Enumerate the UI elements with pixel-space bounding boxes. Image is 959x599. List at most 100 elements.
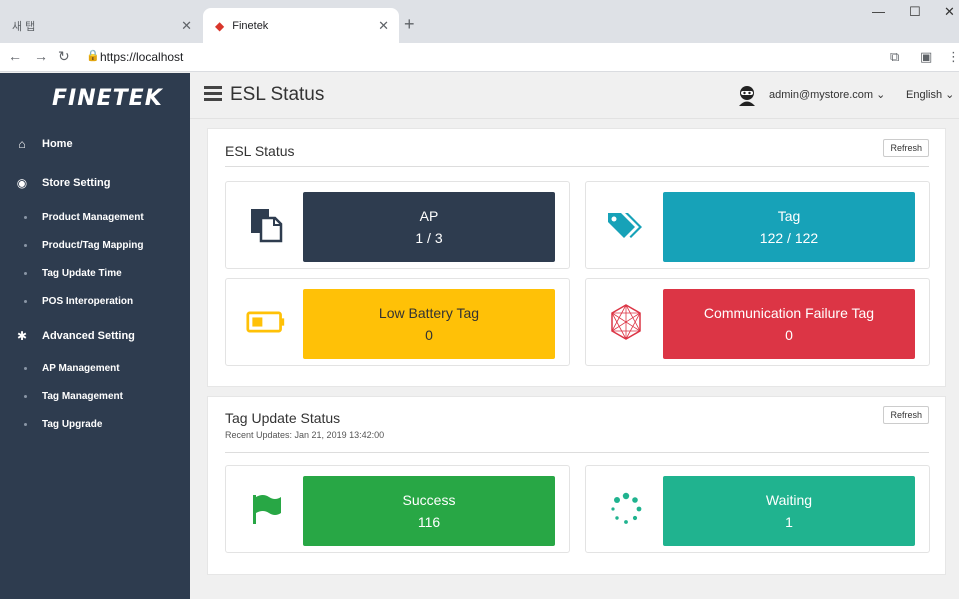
new-tab-icon[interactable]: + — [404, 14, 415, 35]
finetek-favicon-icon: ◆ — [215, 18, 225, 33]
finetek-logo: FINETEK — [52, 86, 163, 111]
extension-icon[interactable]: ▣ — [920, 49, 932, 65]
sidebar-item-ap-management[interactable]: AP Management — [24, 363, 120, 374]
user-menu[interactable]: admin@mystore.com ⌄ — [769, 88, 885, 101]
sidebar-item-label: Product Management — [42, 212, 144, 223]
sidebar: FINETEK ⌂ Home ◉ Store Setting Product M… — [0, 73, 190, 599]
low-battery-status-box: Low Battery Tag 0 — [303, 289, 555, 359]
flag-icon — [246, 489, 286, 529]
forward-icon[interactable]: → — [34, 48, 48, 64]
sidebar-item-store-setting[interactable]: ◉ Store Setting — [14, 176, 111, 190]
close-icon[interactable]: ✕ — [181, 18, 192, 34]
tag-update-status-panel: Tag Update Status Recent Updates: Jan 21… — [207, 396, 946, 575]
waiting-count: 1 — [785, 514, 793, 530]
success-label: Success — [402, 492, 456, 508]
sidebar-item-advanced-setting[interactable]: ✱ Advanced Setting — [14, 329, 135, 343]
panel-title: Tag Update Status — [225, 410, 341, 426]
sidebar-item-tag-upgrade[interactable]: Tag Upgrade — [24, 419, 102, 430]
page-header: ESL Status admin@mystore.com ⌄ English ⌄ — [190, 73, 959, 119]
divider — [225, 166, 929, 167]
sidebar-item-label: Tag Upgrade — [42, 419, 103, 430]
sidebar-item-label: Tag Update Time — [42, 268, 122, 279]
low-battery-count: 0 — [425, 327, 433, 343]
sidebar-item-tag-management[interactable]: Tag Management — [24, 391, 123, 402]
sidebar-item-pos-interoperation[interactable]: POS Interoperation — [24, 296, 133, 307]
window-close-icon[interactable]: ✕ — [944, 4, 955, 20]
success-status-box: Success 116 — [303, 476, 555, 546]
sidebar-item-label: Advanced Setting — [42, 330, 135, 342]
waiting-label: Waiting — [765, 492, 813, 508]
tag-update-refresh-button[interactable]: Refresh — [883, 406, 929, 424]
communication-failure-label: Communication Failure Tag — [703, 305, 875, 321]
language-select[interactable]: English ⌄ — [906, 88, 954, 101]
browser-tab-new[interactable]: 새 탭 ✕ — [0, 8, 202, 43]
spinner-icon — [606, 489, 646, 529]
sidebar-item-label: Store Setting — [42, 177, 111, 189]
ap-count: 1 / 3 — [415, 230, 443, 246]
bullet — [24, 423, 27, 426]
home-icon: ⌂ — [18, 137, 26, 151]
back-icon[interactable]: ← — [8, 48, 22, 64]
page-title: ESL Status — [230, 84, 325, 105]
waiting-card[interactable]: Waiting 1 — [585, 465, 930, 553]
low-battery-label: Low Battery Tag — [378, 305, 480, 321]
gear-icon: ✱ — [16, 329, 28, 343]
communication-failure-status-box: Communication Failure Tag 0 — [663, 289, 915, 359]
tab-title: Finetek — [232, 19, 269, 32]
bullet — [24, 300, 27, 303]
sidebar-item-label: AP Management — [42, 363, 120, 374]
browser-menu-icon[interactable]: ⋮ — [947, 49, 959, 65]
bullet — [24, 244, 27, 247]
bullet — [24, 216, 27, 219]
tab-title: 새 탭 — [12, 20, 36, 33]
success-card[interactable]: Success 116 — [225, 465, 570, 553]
hamburger-menu-icon[interactable] — [204, 86, 222, 101]
chevron-down-icon: ⌄ — [876, 89, 886, 101]
tag-icon — [606, 205, 646, 245]
tag-status-box: Tag 122 / 122 — [663, 192, 915, 262]
sidebar-item-label: POS Interoperation — [42, 296, 134, 307]
ap-device-icon — [246, 205, 286, 245]
sidebar-item-home[interactable]: ⌂ Home — [14, 137, 73, 151]
user-avatar-icon — [739, 86, 755, 106]
waiting-status-box: Waiting 1 — [663, 476, 915, 546]
esl-status-panel: ESL Status Refresh AP 1 / 3 Tag 122 / 12… — [207, 128, 946, 387]
address-bar: ← → ↻ 🔒 https://localhost ⧉ ▣ ⋮ — [0, 43, 959, 72]
eye-icon: ◉ — [16, 176, 28, 190]
minimize-icon[interactable]: — — [872, 4, 885, 19]
sidebar-item-tag-update-time[interactable]: Tag Update Time — [24, 268, 122, 279]
ap-status-box: AP 1 / 3 — [303, 192, 555, 262]
url-field[interactable]: https://localhost — [100, 50, 183, 64]
sidebar-item-label: Tag Management — [42, 391, 123, 402]
lock-icon: 🔒 — [86, 50, 100, 62]
browser-tab-finetek[interactable]: ◆ Finetek ✕ — [203, 8, 399, 43]
bullet — [24, 395, 27, 398]
communication-failure-count: 0 — [785, 327, 793, 343]
tag-card[interactable]: Tag 122 / 122 — [585, 181, 930, 269]
communication-failure-card[interactable]: Communication Failure Tag 0 — [585, 278, 930, 366]
esl-refresh-button[interactable]: Refresh — [883, 139, 929, 157]
battery-low-icon — [246, 302, 286, 342]
tag-label: Tag — [777, 208, 801, 224]
bullet — [24, 272, 27, 275]
success-count: 116 — [417, 514, 441, 530]
network-failure-icon — [606, 302, 646, 342]
sidebar-item-label: Product/Tag Mapping — [42, 240, 144, 251]
panel-title: ESL Status — [225, 143, 295, 159]
ap-label: AP — [419, 208, 439, 224]
ap-card[interactable]: AP 1 / 3 — [225, 181, 570, 269]
recent-updates-text: Recent Updates: Jan 21, 2019 13:42:00 — [225, 430, 385, 440]
sidebar-item-label: Home — [42, 138, 73, 150]
sidebar-item-product-management[interactable]: Product Management — [24, 212, 144, 223]
user-email: admin@mystore.com — [769, 89, 874, 101]
tag-count: 122 / 122 — [759, 230, 819, 246]
maximize-icon[interactable]: ☐ — [909, 4, 921, 20]
language-label: English — [906, 89, 943, 101]
reload-icon[interactable]: ↻ — [58, 48, 70, 65]
chevron-down-icon: ⌄ — [945, 89, 955, 101]
low-battery-card[interactable]: Low Battery Tag 0 — [225, 278, 570, 366]
sidebar-item-product-tag-mapping[interactable]: Product/Tag Mapping — [24, 240, 143, 251]
close-icon[interactable]: ✕ — [378, 18, 389, 34]
translate-icon[interactable]: ⧉ — [890, 49, 899, 65]
divider — [225, 452, 929, 453]
